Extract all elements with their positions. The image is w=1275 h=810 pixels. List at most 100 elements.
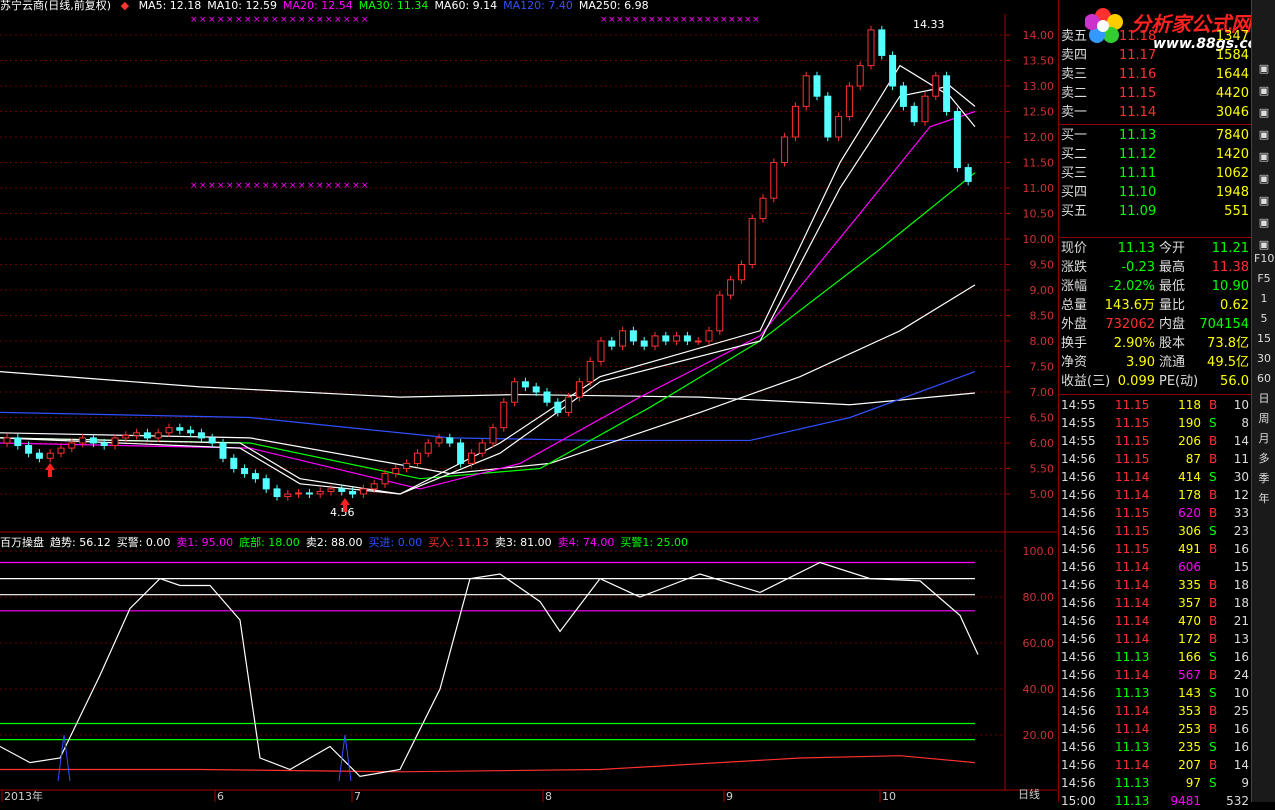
compass-icon[interactable]: ▣	[1254, 148, 1274, 166]
price-tick-label: 13.00	[1023, 80, 1055, 93]
toolbar-button[interactable]: F10	[1254, 250, 1274, 268]
bid-row[interactable]: 买三 11.11 1062	[1059, 164, 1251, 183]
tick-row[interactable]: 14:56 11.14 567 B 24	[1059, 666, 1251, 684]
tick-row[interactable]: 14:56 11.14 178 B 12	[1059, 486, 1251, 504]
candle-body	[143, 432, 151, 439]
tick-row[interactable]: 14:56 11.15 87 B 11	[1059, 450, 1251, 468]
tick-row[interactable]: 14:55 11.15 206 B 14	[1059, 432, 1251, 450]
toolbar-button[interactable]: 60	[1254, 370, 1274, 388]
zoom-icon[interactable]: ▣	[1254, 170, 1274, 188]
tick-row[interactable]: 14:56 11.15 306 S 23	[1059, 522, 1251, 540]
bid-volume: 1948	[1215, 185, 1249, 200]
tick-row[interactable]: 14:55 11.15 190 S 8	[1059, 414, 1251, 432]
tick-price: 11.14	[1115, 578, 1150, 592]
bid-row[interactable]: 买四 11.10 1948	[1059, 183, 1251, 202]
toolbar-button[interactable]: 月	[1254, 430, 1274, 448]
signal-x-icon: ×	[600, 15, 608, 25]
ma-legend-bar: 苏宁云商(日线,前复权) ◆ MA5: 12.18 MA10: 12.59 MA20…	[0, 0, 661, 12]
signal-x-icon: ×	[316, 15, 324, 25]
tick-count: 14	[1233, 434, 1249, 448]
tick-row[interactable]: 14:56 11.14 335 B 18	[1059, 576, 1251, 594]
tick-row[interactable]: 14:56 11.14 414 S 30	[1059, 468, 1251, 486]
candle-body	[241, 468, 249, 475]
tick-row[interactable]: 14:56 11.14 253 B 16	[1059, 720, 1251, 738]
indicator-legend-item: 买入: 11.13	[428, 536, 489, 549]
quote-value: -2.02%	[1109, 279, 1155, 294]
bid-label: 买四	[1061, 185, 1088, 200]
tick-row[interactable]: 14:56 11.14 357 B 18	[1059, 594, 1251, 612]
tick-row[interactable]: 14:55 11.15 118 B 10	[1059, 396, 1251, 414]
signal-x-icon: ×	[361, 181, 369, 191]
toolbar-button[interactable]: 日	[1254, 390, 1274, 408]
ask-row[interactable]: 卖五 11.18 1347	[1059, 27, 1251, 46]
toolbar-button[interactable]: 1	[1254, 290, 1274, 308]
toolbar-button[interactable]: 15	[1254, 330, 1274, 348]
ask-price: 11.16	[1119, 67, 1157, 82]
candle-body	[327, 488, 335, 492]
tick-price: 11.14	[1115, 704, 1150, 718]
grid-icon[interactable]: ▣	[1254, 126, 1274, 144]
ma-legend-item: MA30: 11.34	[358, 0, 429, 12]
kline-chart-area[interactable]: 14.00 13.50 13.00 12.50 12.00 11.50 11.00 10.50…	[0, 0, 1057, 802]
candle-body	[392, 468, 400, 475]
candle-body	[3, 437, 11, 444]
tick-count: 10	[1233, 686, 1249, 700]
tick-price: 11.15	[1115, 434, 1150, 448]
tick-row[interactable]: 14:56 11.13 97 S 9	[1059, 774, 1251, 792]
tick-row[interactable]: 14:56 11.14 353 B 25	[1059, 702, 1251, 720]
ask-row[interactable]: 卖一 11.14 3046	[1059, 103, 1251, 122]
ask-row[interactable]: 卖二 11.15 4420	[1059, 84, 1251, 103]
period-label[interactable]: 日线	[1018, 786, 1040, 802]
toolbar-button[interactable]: 多	[1254, 450, 1274, 468]
quote-label: 流通	[1159, 355, 1186, 370]
toolbar-button[interactable]: F5	[1254, 270, 1274, 288]
candle-body	[511, 381, 519, 403]
candle-body	[575, 381, 583, 398]
bid-row[interactable]: 买二 11.12 1420	[1059, 145, 1251, 164]
toolbar-button[interactable]: 季	[1254, 470, 1274, 488]
line-icon[interactable]: ▣	[1254, 82, 1274, 100]
toolbar-button[interactable]: 周	[1254, 410, 1274, 428]
tick-row[interactable]: 14:56 11.13 166 S 16	[1059, 648, 1251, 666]
quote-label: 总量	[1061, 298, 1088, 313]
ma120-line	[0, 371, 976, 442]
indicator-legend-item: 卖1: 95.00	[176, 536, 234, 549]
price-tick-label: 7.50	[1030, 361, 1055, 374]
tick-row[interactable]: 15:00 11.13 9481 532	[1059, 792, 1251, 810]
toolbar-button[interactable]: 年	[1254, 490, 1274, 508]
ma-legend-item: MA5: 12.18	[138, 0, 202, 12]
tick-row[interactable]: 14:56 11.15 491 B 16	[1059, 540, 1251, 558]
quote-label: 最高	[1159, 260, 1186, 275]
chart-icon[interactable]: ▣	[1254, 60, 1274, 78]
tick-row[interactable]: 14:56 11.14 207 B 14	[1059, 756, 1251, 774]
ask-row[interactable]: 卖三 11.16 1644	[1059, 65, 1251, 84]
indicator-legend-item: 卖2: 88.00	[305, 536, 363, 549]
candle-body	[165, 427, 173, 434]
toolbar-button[interactable]: 30	[1254, 350, 1274, 368]
ask-row[interactable]: 卖四 11.17 1584	[1059, 46, 1251, 65]
bid-row[interactable]: 买五 11.09 551	[1059, 202, 1251, 221]
candle-body	[230, 457, 238, 469]
tick-row[interactable]: 14:56 11.14 172 B 13	[1059, 630, 1251, 648]
tick-row[interactable]: 14:56 11.13 143 S 10	[1059, 684, 1251, 702]
bid-row[interactable]: 买一 11.13 7840	[1059, 126, 1251, 145]
tick-row[interactable]: 14:56 11.13 235 S 16	[1059, 738, 1251, 756]
signal-x-icon: ×	[271, 181, 279, 191]
candle-body	[68, 442, 76, 449]
bar-icon[interactable]: ▣	[1254, 104, 1274, 122]
pen-icon[interactable]: ▣	[1254, 214, 1274, 232]
toolbar-button[interactable]: 5	[1254, 310, 1274, 328]
tick-row[interactable]: 14:56 11.15 620 B 33	[1059, 504, 1251, 522]
tick-row[interactable]: 14:56 11.14 470 B 21	[1059, 612, 1251, 630]
tick-row[interactable]: 14:56 11.14 606 15	[1059, 558, 1251, 576]
candle-body	[14, 437, 22, 447]
kline-chart-canvas[interactable]: 14.00 13.50 13.00 12.50 12.00 11.50 11.00 10.50…	[0, 0, 1057, 802]
candle-body	[629, 330, 637, 342]
signal-x-icon: ×	[280, 181, 288, 191]
candle-body	[716, 294, 724, 332]
price-tick-label: 5.50	[1030, 463, 1055, 476]
bid-volume: 7840	[1215, 128, 1249, 143]
candle-body	[57, 447, 65, 454]
move-icon[interactable]: ▣	[1254, 192, 1274, 210]
bid-label: 买二	[1061, 147, 1088, 162]
